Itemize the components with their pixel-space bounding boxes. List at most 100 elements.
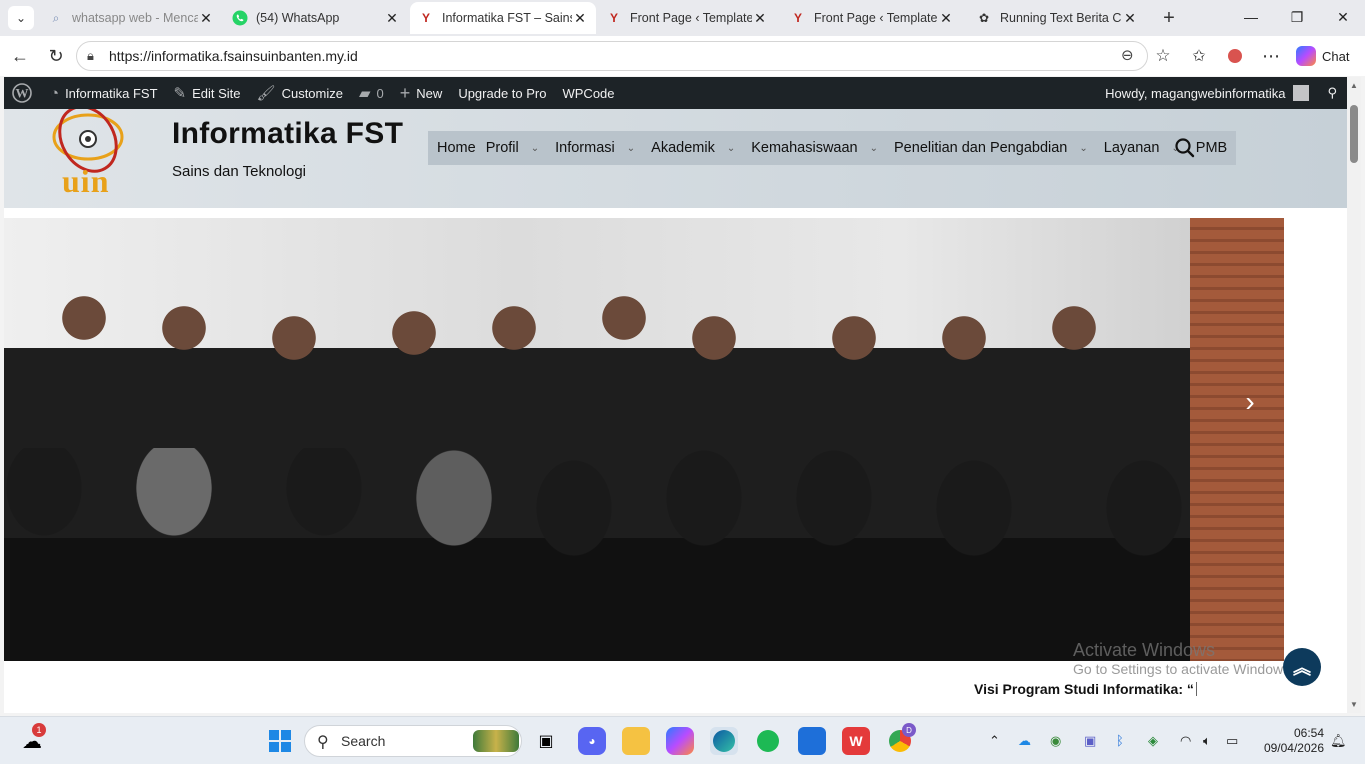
wp-new-link[interactable]: + New: [392, 77, 451, 109]
teams-icon[interactable]: ▣: [1084, 733, 1096, 749]
close-window-button[interactable]: ✕: [1320, 0, 1365, 34]
more-menu-icon[interactable]: ⋯: [1259, 44, 1283, 68]
nav-pmb[interactable]: PMB: [1191, 131, 1232, 165]
nav-penelitian-pengabdian[interactable]: Penelitian dan Pengabdian ⌄: [889, 131, 1099, 165]
scroll-up-arrow[interactable]: ▲: [1350, 81, 1358, 90]
address-bar[interactable]: 🔒︎ https://informatika.fsainsuinbanten.m…: [76, 41, 1148, 71]
clock[interactable]: 06:54 09/04/2026: [1256, 726, 1324, 756]
reload-button[interactable]: ↻: [44, 44, 68, 68]
site-title[interactable]: Informatika FST: [172, 117, 403, 151]
svg-text:W: W: [16, 86, 29, 101]
double-chevron-up-icon: ︽: [1293, 658, 1311, 678]
tab-front-page-1[interactable]: Y Front Page ‹ Template ‹ I ✕: [598, 2, 776, 34]
hero-slider: ›: [4, 218, 1284, 661]
microsoft-store-icon[interactable]: [798, 727, 826, 755]
volume-icon[interactable]: 🔈︎: [1203, 733, 1211, 749]
copilot-app-icon[interactable]: [666, 727, 694, 755]
scrollbar-thumb[interactable]: [1350, 105, 1358, 163]
task-view-icon[interactable]: ▣: [532, 727, 560, 755]
pencil-icon: ✎: [173, 85, 187, 102]
search-highlight-image: [473, 730, 519, 752]
tab-strip: ⌄ ⌕ whatsapp web - Mencari ✕ (54) WhatsA…: [0, 0, 1365, 36]
close-tab-icon[interactable]: ✕: [1122, 10, 1138, 27]
copilot-chat-button[interactable]: Chat: [1296, 44, 1349, 68]
notifications-bell-icon[interactable]: 🔔︎: [1330, 733, 1347, 749]
close-tab-icon[interactable]: ✕: [752, 10, 768, 27]
site-info-icon[interactable]: 🔒︎: [87, 48, 94, 64]
site-tagline: Sains dan Teknologi: [172, 163, 306, 180]
close-tab-icon[interactable]: ✕: [198, 10, 214, 27]
chevron-down-icon: ⌄: [530, 142, 540, 154]
discord-icon[interactable]: ◕: [578, 727, 606, 755]
wood-door: [1190, 218, 1284, 661]
tab-front-page-2[interactable]: Y Front Page ‹ Template ‹ I ✕: [782, 2, 962, 34]
wp-wpcode-link[interactable]: WPCode: [554, 77, 622, 109]
tab-whatsapp-search[interactable]: ⌕ whatsapp web - Mencari ✕: [40, 2, 222, 34]
header-search-icon[interactable]: [1174, 137, 1196, 159]
wp-site-name-link[interactable]: ◔ Informatika FST: [42, 77, 166, 109]
brush-icon: 🖌︎: [256, 85, 276, 102]
nav-informasi[interactable]: Informasi ⌄: [550, 131, 646, 165]
new-tab-button[interactable]: +: [1156, 6, 1182, 30]
restore-button[interactable]: ❐: [1274, 0, 1320, 34]
site-favicon-icon: Y: [793, 11, 802, 25]
wp-account-menu[interactable]: Howdy, magangwebinformatika: [1097, 77, 1317, 109]
chevron-down-icon: ⌄: [726, 142, 736, 154]
slider-next-arrow[interactable]: ›: [1236, 384, 1264, 420]
tray-app-icon[interactable]: ◉: [1050, 733, 1061, 749]
wp-comments-link[interactable]: ▰ 0: [351, 77, 392, 109]
taskbar-search-input[interactable]: ⚲ Search: [304, 725, 522, 757]
comment-icon: ▰: [359, 85, 371, 102]
wps-office-icon[interactable]: W: [842, 727, 870, 755]
file-explorer-icon[interactable]: [622, 727, 650, 755]
running-text-ticker: Visi Program Studi Informatika: “: [974, 681, 1197, 697]
chatgpt-icon: ✿: [978, 11, 990, 25]
back-button[interactable]: ←: [8, 44, 32, 68]
wp-search-icon[interactable]: ⚲: [1317, 77, 1347, 109]
weather-widget-icon[interactable]: ☁︎ 1: [18, 723, 46, 755]
page-viewport: W ◔ Informatika FST ✎ Edit Site 🖌︎ Customiz…: [4, 77, 1347, 713]
site-favicon-icon: Y: [609, 11, 618, 25]
wp-admin-bar: W ◔ Informatika FST ✎ Edit Site 🖌︎ Customiz…: [4, 77, 1347, 109]
chevron-down-icon: ⌄: [869, 142, 879, 154]
nav-home[interactable]: Home: [432, 131, 481, 165]
close-tab-icon[interactable]: ✕: [572, 10, 588, 27]
site-logo[interactable]: uin: [40, 105, 136, 207]
scroll-down-arrow[interactable]: ▼: [1350, 700, 1358, 709]
edge-browser-icon[interactable]: [710, 727, 738, 755]
text-cursor: [1195, 682, 1197, 696]
wp-customize-link[interactable]: 🖌︎ Customize: [249, 77, 351, 109]
tab-informatika-fst[interactable]: Y Informatika FST – Sains d ✕: [410, 2, 596, 34]
favorite-star-icon[interactable]: ☆: [1151, 44, 1175, 68]
back-to-top-button[interactable]: ︽: [1283, 648, 1321, 686]
wp-edit-site-link[interactable]: ✎ Edit Site: [166, 77, 249, 109]
favorites-icon[interactable]: ✩: [1187, 44, 1211, 68]
nav-kemahasiswaan[interactable]: Kemahasiswaan ⌄: [746, 131, 889, 165]
tab-running-text[interactable]: ✿ Running Text Berita CSS ✕: [968, 2, 1146, 34]
battery-icon[interactable]: ▭: [1226, 733, 1238, 749]
start-button[interactable]: [266, 727, 294, 755]
minimize-button[interactable]: —: [1228, 0, 1274, 34]
wifi-icon[interactable]: ◠: [1180, 733, 1191, 749]
profile-avatar[interactable]: [1223, 44, 1247, 68]
tab-actions-button[interactable]: ⌄: [8, 6, 34, 30]
security-icon[interactable]: ◈: [1148, 733, 1158, 749]
bluetooth-icon[interactable]: ᛒ: [1116, 733, 1124, 748]
search-icon: ⌕: [52, 10, 60, 25]
reading-mode-icon[interactable]: ⊖: [1121, 46, 1134, 64]
chrome-icon[interactable]: D: [886, 723, 916, 755]
site-favicon-icon: Y: [421, 11, 430, 25]
nav-profil[interactable]: Profil ⌄: [481, 131, 550, 165]
wordpress-logo-icon[interactable]: W: [4, 77, 42, 109]
onedrive-icon[interactable]: ☁︎: [1018, 733, 1031, 749]
tray-overflow-icon[interactable]: ⌃: [989, 733, 1000, 749]
page-scrollbar[interactable]: ▲ ▼: [1347, 77, 1361, 713]
plus-icon: +: [399, 82, 411, 103]
nav-akademik[interactable]: Akademik ⌄: [646, 131, 746, 165]
close-tab-icon[interactable]: ✕: [938, 10, 954, 27]
main-navigation: Home Profil ⌄ Informasi ⌄ Akademik ⌄ Kemaha…: [428, 131, 1237, 165]
spotify-icon[interactable]: [754, 727, 782, 755]
close-tab-icon[interactable]: ✕: [384, 10, 400, 27]
wp-upgrade-link[interactable]: Upgrade to Pro: [450, 77, 554, 109]
tab-whatsapp[interactable]: (54) WhatsApp ✕: [224, 2, 408, 34]
